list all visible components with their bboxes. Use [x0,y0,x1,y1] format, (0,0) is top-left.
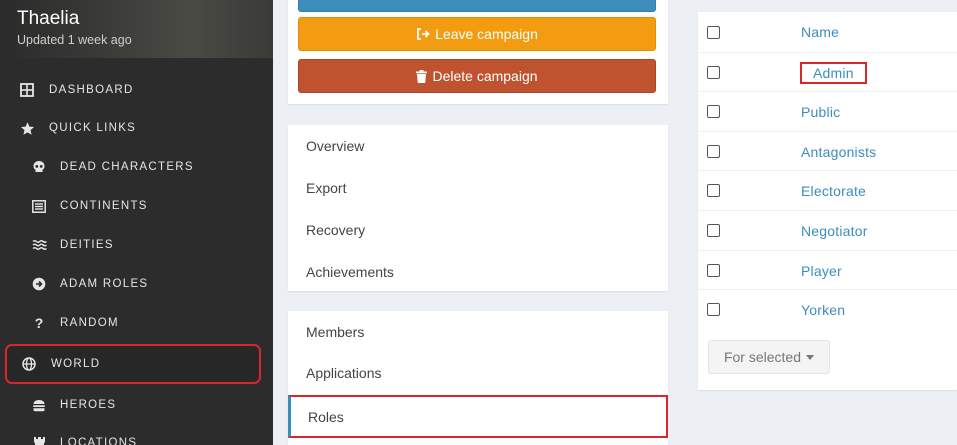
role-link-yorken[interactable]: Yorken [801,302,845,318]
menu-item-members[interactable]: Members [288,311,668,353]
row-checkbox[interactable] [707,66,720,79]
sidebar-item-dead-characters[interactable]: Dead Characters [0,148,273,186]
role-link-negotiator[interactable]: Negotiator [801,223,868,239]
delete-campaign-label: Delete campaign [432,68,538,84]
leave-campaign-label: Leave campaign [435,26,538,42]
select-all-checkbox[interactable] [707,25,720,39]
row-checkbox[interactable] [707,105,720,118]
sidebar-item-label: Dashboard [49,84,134,96]
caret-down-icon [806,354,815,360]
settings-menu-card: Overview Export Recovery Achievements [288,125,668,291]
bulk-actions-dropdown[interactable]: For selected [708,340,830,374]
arrow-circle-right-icon [31,276,47,292]
star-icon [19,120,35,136]
table-row: Player [698,250,957,290]
question-icon: ? [34,315,44,331]
row-checkbox[interactable] [707,303,720,316]
trash-icon [416,69,428,83]
grid-icon [19,82,35,98]
castle-icon [31,435,47,445]
campaign-name: Thaelia [17,8,80,29]
role-link-player[interactable]: Player [801,263,842,279]
sidebar-item-label: Deities [60,239,114,251]
members-menu-card: Members Applications Roles [288,311,668,445]
campaign-updated: Updated 1 week ago [17,33,132,47]
sidebar-item-quick-links[interactable]: Quick Links [0,109,273,147]
sidebar-item-dashboard[interactable]: Dashboard [0,71,273,109]
table-row: Public [698,91,957,131]
roles-table-card: Name Admin Public Antagonists Electorate… [698,12,957,390]
table-row: Admin [698,52,957,92]
bulk-actions-label: For selected [723,349,802,365]
table-row: Negotiator [698,210,957,250]
table-header-row: Name [698,12,957,52]
row-checkbox[interactable] [707,264,720,277]
row-checkbox[interactable] [707,145,720,158]
sidebar-item-label: Random [60,317,119,329]
table-row: Antagonists [698,131,957,171]
burger-icon [31,397,47,413]
sidebar-item-random[interactable]: ? Random [0,304,273,342]
sign-out-icon [416,28,430,40]
role-link-public[interactable]: Public [801,104,840,120]
campaign-header[interactable]: Thaelia Updated 1 week ago [0,0,273,58]
skull-icon [31,159,47,175]
sidebar-item-locations[interactable]: Locations [0,424,273,445]
row-checkbox[interactable] [707,184,720,197]
leave-campaign-button[interactable]: Leave campaign [298,17,656,51]
role-link-electorate[interactable]: Electorate [801,183,866,199]
menu-item-roles[interactable]: Roles [288,395,668,438]
sidebar-item-label: World [51,358,101,370]
table-row: Yorken [698,289,957,329]
delete-campaign-button[interactable]: Delete campaign [298,59,656,93]
table-row: Electorate [698,170,957,210]
sidebar-item-continents[interactable]: Continents [0,187,273,225]
sidebar-item-label: Continents [60,200,148,212]
campaign-actions-card: Leave campaign Delete campaign [288,0,668,104]
menu-item-overview[interactable]: Overview [288,125,668,167]
role-link-admin[interactable]: Admin [800,61,867,84]
sidebar-item-deities[interactable]: Deities [0,226,273,264]
sidebar-item-label: Dead Characters [60,161,194,173]
globe-icon [21,356,37,372]
menu-item-recovery[interactable]: Recovery [288,209,668,251]
role-link-antagonists[interactable]: Antagonists [801,144,876,160]
row-checkbox[interactable] [707,224,720,237]
list-icon [31,198,47,214]
sidebar-item-label: Quick Links [49,122,137,134]
top-action-button[interactable] [298,0,656,12]
sidebar: Thaelia Updated 1 week ago Dashboard Qui… [0,0,273,445]
sidebar-item-adam-roles[interactable]: Adam Roles [0,265,273,303]
sidebar-item-label: Heroes [60,399,117,411]
sidebar-item-label: Adam Roles [60,278,149,290]
sidebar-item-world[interactable]: World [5,344,261,384]
column-header-name[interactable]: Name [801,24,839,40]
menu-item-applications[interactable]: Applications [288,352,668,394]
sidebar-item-heroes[interactable]: Heroes [0,386,273,424]
water-icon [31,237,47,253]
sidebar-item-label: Locations [60,437,138,445]
menu-item-export[interactable]: Export [288,167,668,209]
menu-item-achievements[interactable]: Achievements [288,251,668,293]
